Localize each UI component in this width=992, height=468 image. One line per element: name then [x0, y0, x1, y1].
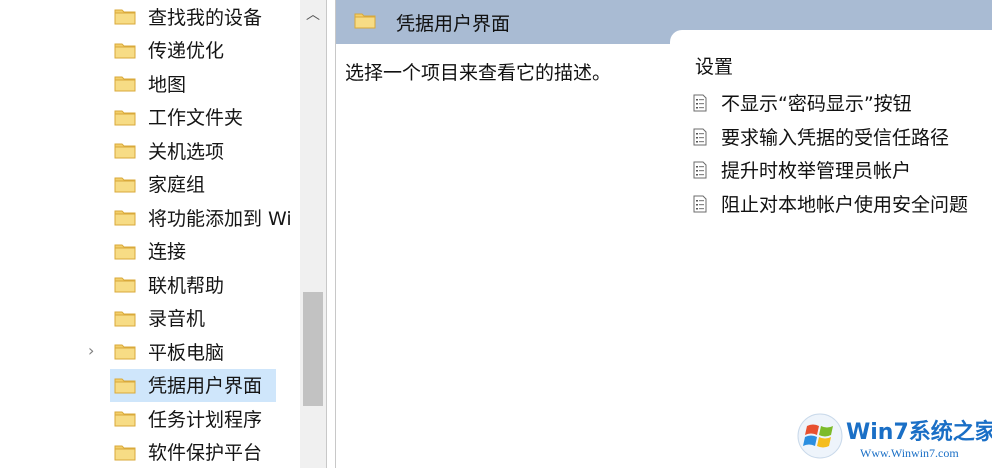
folder-icon	[114, 208, 136, 226]
tree-item-label: 平板电脑	[148, 341, 225, 364]
tree-item[interactable]: 家庭组	[0, 168, 300, 200]
folder-icon	[114, 74, 136, 92]
policy-setting-label: 不显示“密码显示”按钮	[721, 93, 912, 115]
policy-setting-item[interactable]: 提升时枚举管理员帐户	[693, 156, 991, 186]
policy-document-icon	[693, 195, 707, 213]
watermark-url: Www.Winwin7.com	[860, 446, 959, 460]
tree-item[interactable]: 软件保护平台	[0, 436, 300, 468]
folder-icon	[354, 13, 376, 29]
tree-item-label: 连接	[148, 241, 187, 263]
chevron-right-icon[interactable]: ›	[88, 343, 102, 359]
tree-item[interactable]: 查找我的设备	[0, 0, 300, 32]
tree-scrollbar[interactable]: ︿	[300, 0, 326, 468]
tree-item-label: 工作文件夹	[148, 107, 244, 129]
watermark-brand: Win7系统之家	[846, 420, 992, 445]
navigation-tree-pane: 查找我的设备 传递优化地图工作文件夹关机选项家庭组将功能添加到 Wi 连接联机帮助录…	[0, 0, 326, 468]
tree-item[interactable]: 地图	[0, 67, 300, 99]
tree-item[interactable]: 凭据用户界面	[0, 368, 300, 402]
folder-icon	[114, 41, 136, 59]
folder-icon	[114, 175, 136, 193]
folder-icon	[114, 309, 136, 327]
tree-item[interactable]: 工作文件夹	[0, 101, 300, 133]
tree-item[interactable]: 联机帮助	[0, 268, 300, 300]
scroll-up-button[interactable]: ︿	[300, 4, 326, 26]
policy-document-icon	[693, 128, 707, 146]
tree-item-label: 凭据用户界面	[148, 375, 263, 397]
tree-item[interactable]: 传递优化	[0, 34, 300, 66]
settings-column-heading[interactable]: 设置	[695, 52, 733, 79]
tree-item[interactable]: 关机选项	[0, 134, 300, 166]
policy-setting-label: 阻止对本地帐户使用安全问题	[721, 193, 969, 216]
tree-item-label: 地图	[148, 73, 187, 96]
policy-setting-label: 提升时枚举管理员帐户	[721, 160, 912, 182]
pane-splitter[interactable]	[326, 0, 336, 468]
header-notch	[670, 30, 992, 46]
policy-setting-label: 要求输入凭据的受信任路径	[721, 126, 950, 149]
policy-setting-item[interactable]: 要求输入凭据的受信任路径	[693, 123, 991, 153]
tree-item-label: 联机帮助	[148, 274, 225, 297]
policy-setting-item[interactable]: 不显示“密码显示”按钮	[693, 89, 991, 119]
folder-icon	[114, 342, 136, 360]
folder-icon	[114, 7, 136, 25]
policy-document-icon	[693, 94, 707, 112]
tree-item-label: 家庭组	[148, 174, 206, 196]
policy-setting-item[interactable]: 阻止对本地帐户使用安全问题	[693, 190, 991, 220]
tree-item-label: 查找我的设备	[148, 6, 263, 29]
folder-icon	[114, 108, 136, 126]
folder-icon	[114, 242, 136, 260]
folder-icon	[114, 275, 136, 293]
tree-item-label: 任务计划程序	[148, 408, 263, 431]
windows-logo-icon	[797, 413, 843, 459]
tree-item-label: 软件保护平台	[148, 442, 263, 464]
item-description: 选择一个项目来查看它的描述。	[345, 62, 612, 84]
folder-icon	[114, 141, 136, 159]
tree-item[interactable]: › 平板电脑	[0, 335, 300, 367]
tree-item-label: 将功能添加到 Wi	[148, 207, 292, 230]
tree-item[interactable]: 任务计划程序	[0, 402, 300, 434]
detail-title: 凭据用户界面	[396, 13, 511, 35]
site-watermark: Win7系统之家 Www.Winwin7.com	[790, 408, 992, 468]
policy-document-icon	[693, 161, 707, 179]
tree-item-label: 录音机	[148, 308, 206, 330]
folder-icon	[114, 443, 136, 461]
folder-icon	[114, 409, 136, 427]
scroll-thumb[interactable]	[303, 292, 323, 406]
tree-item[interactable]: 将功能添加到 Wi	[0, 201, 300, 233]
tree-item[interactable]: 连接	[0, 235, 300, 267]
tree-item[interactable]: 录音机	[0, 302, 300, 334]
tree-item-label: 传递优化	[148, 40, 225, 62]
tree-item-label: 关机选项	[148, 140, 225, 163]
folder-icon	[114, 376, 136, 394]
